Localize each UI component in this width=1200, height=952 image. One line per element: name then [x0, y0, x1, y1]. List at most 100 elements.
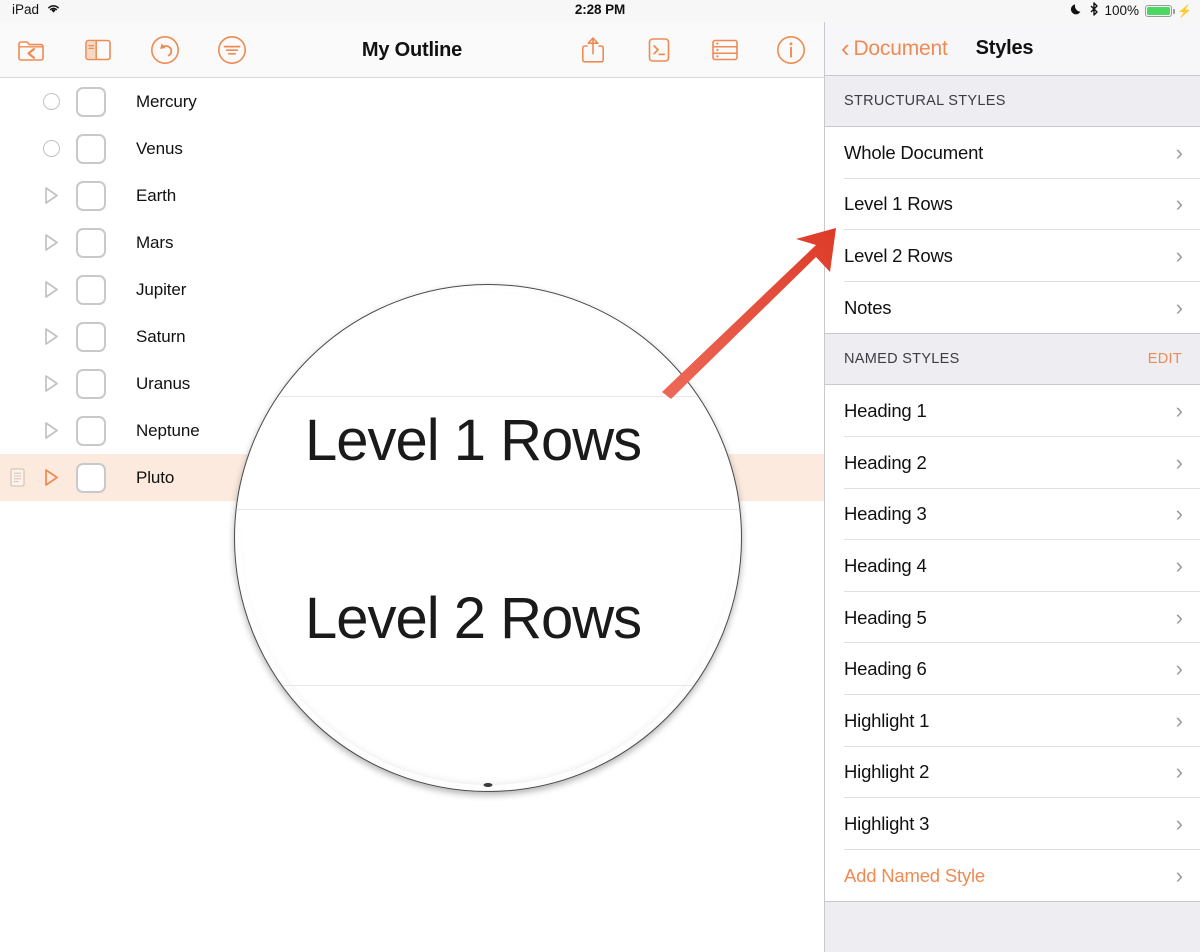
inspector-list-group: Heading 1› Heading 2 › Heading 3 › Heading 4 ›…	[825, 384, 1200, 902]
magnified-level-2-rows: Level 2 Rows	[305, 585, 641, 652]
status-bar-right: 100% ⚡	[1070, 2, 1192, 19]
row-disclosure-triangle-icon[interactable]	[34, 468, 68, 487]
inspector-list-row[interactable]: Heading 3 ›	[825, 489, 1200, 541]
chevron-right-icon: ›	[1176, 452, 1183, 474]
row-disclosure-triangle-icon[interactable]	[34, 374, 68, 393]
row-bullet-circle-icon[interactable]	[34, 93, 68, 110]
inspector-list-row[interactable]: Level 1 Rows›	[825, 179, 1200, 231]
red-pointer-arrow	[640, 200, 870, 420]
inspector-row-label: Highlight 3	[844, 813, 929, 835]
outline-row-label: Venus	[136, 139, 183, 159]
inspector-list-group: Whole Document›Level 1 Rows›Level 2 Rows…	[825, 126, 1200, 334]
inspector-list-row[interactable]: Whole Document ›	[825, 127, 1200, 179]
chevron-left-icon: ‹	[841, 35, 849, 61]
info-icon[interactable]	[774, 33, 808, 67]
ipad-screen: iPad 2:28 PM 100%	[0, 0, 1200, 952]
outline-row-label: Mars	[136, 233, 173, 253]
chevron-right-icon: ›	[1176, 555, 1183, 577]
inspector-list-row[interactable]: Heading 2 ›	[825, 437, 1200, 489]
inspector-list-row[interactable]: Highlight 1 ›	[825, 695, 1200, 747]
chevron-right-icon: ›	[1176, 297, 1183, 319]
section-header: NAMED STYLESEDIT	[825, 334, 1200, 384]
row-checkbox[interactable]	[76, 369, 106, 399]
inspector-navbar: ‹ Document Styles	[825, 22, 1200, 76]
row-checkbox[interactable]	[76, 87, 106, 117]
inspector-list-row[interactable]: Heading 6 ›	[825, 643, 1200, 695]
outline-list-icon[interactable]	[708, 33, 742, 67]
moon-icon	[1070, 3, 1083, 19]
inspector-row-label: Whole Document	[844, 142, 983, 164]
script-icon[interactable]	[642, 33, 676, 67]
inspector-row-label: Heading 6	[844, 658, 927, 680]
battery-icon	[1145, 5, 1172, 17]
outline-row-label: Jupiter	[136, 280, 186, 300]
styles-inspector-pane: ‹ Document Styles STRUCTURAL STYLES Whole…	[824, 22, 1200, 952]
outline-row[interactable]: Venus	[0, 125, 824, 172]
magnifier-separator	[235, 685, 741, 686]
inspector-list-row[interactable]: Add Named Style ›	[825, 850, 1200, 902]
back-button-label: Document	[853, 37, 947, 61]
inspector-row-label: Heading 2	[844, 452, 927, 474]
row-checkbox[interactable]	[76, 463, 106, 493]
inspector-row-label: Heading 3	[844, 503, 927, 525]
share-icon[interactable]	[576, 33, 610, 67]
back-to-document-button[interactable]: ‹ Document	[841, 37, 948, 61]
inspector-list-row[interactable]: Highlight 3 ›	[825, 798, 1200, 850]
magnifier-handle-dot	[484, 783, 493, 787]
chevron-right-icon: ›	[1176, 503, 1183, 525]
inspector-sections: STRUCTURAL STYLESWhole Document›Level 1 …	[825, 76, 1200, 902]
row-disclosure-triangle-icon[interactable]	[34, 421, 68, 440]
row-disclosure-triangle-icon[interactable]	[34, 280, 68, 299]
inspector-row-label: Highlight 1	[844, 710, 929, 732]
note-indicator-icon[interactable]	[0, 468, 34, 487]
outline-row[interactable]: Mercury	[0, 78, 824, 125]
status-bar-clock: 2:28 PM	[0, 2, 1200, 17]
inspector-list-row[interactable]: Heading 5›	[825, 592, 1200, 644]
chevron-right-icon: ›	[1176, 761, 1183, 783]
row-checkbox[interactable]	[76, 134, 106, 164]
inspector-list-row[interactable]: Level 2 Rows›	[825, 230, 1200, 282]
section-header-label: STRUCTURAL STYLES	[844, 93, 1006, 109]
toolbar-right-group	[576, 22, 808, 78]
outline-row-label: Earth	[136, 186, 176, 206]
row-checkbox[interactable]	[76, 322, 106, 352]
inspector-list-row[interactable]: Heading 4 ›	[825, 540, 1200, 592]
chevron-right-icon: ›	[1176, 865, 1183, 887]
chevron-right-icon: ›	[1176, 658, 1183, 680]
inspector-row-label: Heading 5	[844, 607, 927, 629]
outline-row-label: Neptune	[136, 421, 200, 441]
lightning-bolt-icon: ⚡	[1177, 4, 1192, 18]
editor-toolbar: My Outline	[0, 22, 824, 78]
magnified-level-1-rows: Level 1 Rows	[305, 407, 641, 474]
chevron-right-icon: ›	[1176, 245, 1183, 267]
inspector-row-label: Add Named Style	[844, 865, 985, 887]
row-checkbox[interactable]	[76, 228, 106, 258]
row-checkbox[interactable]	[76, 416, 106, 446]
row-disclosure-triangle-icon[interactable]	[34, 233, 68, 252]
chevron-right-icon: ›	[1176, 193, 1183, 215]
inspector-list-row[interactable]: Highlight 2 ›	[825, 747, 1200, 799]
chevron-right-icon: ›	[1176, 142, 1183, 164]
battery-percent: 100%	[1105, 3, 1140, 18]
inspector-row-label: Highlight 2	[844, 761, 929, 783]
row-bullet-circle-icon[interactable]	[34, 140, 68, 157]
row-disclosure-triangle-icon[interactable]	[34, 186, 68, 205]
outline-row-label: Mercury	[136, 92, 197, 112]
chevron-right-icon: ›	[1176, 813, 1183, 835]
chevron-right-icon: ›	[1176, 710, 1183, 732]
inspector-list-row[interactable]: Notes›	[825, 282, 1200, 334]
row-checkbox[interactable]	[76, 275, 106, 305]
bluetooth-icon	[1089, 2, 1099, 19]
outline-row-label: Pluto	[136, 468, 174, 488]
outline-row-label: Uranus	[136, 374, 190, 394]
inspector-list-row[interactable]: Heading 1›	[825, 385, 1200, 437]
edit-named-styles-button[interactable]: EDIT	[1148, 351, 1182, 367]
row-checkbox[interactable]	[76, 181, 106, 211]
magnifier-separator	[235, 509, 741, 510]
outline-row-label: Saturn	[136, 327, 186, 347]
row-disclosure-triangle-icon[interactable]	[34, 327, 68, 346]
inspector-row-label: Heading 4	[844, 555, 927, 577]
status-bar: iPad 2:28 PM 100%	[0, 0, 1200, 22]
inspector-title: Styles	[976, 37, 1034, 60]
chevron-right-icon: ›	[1176, 400, 1183, 422]
